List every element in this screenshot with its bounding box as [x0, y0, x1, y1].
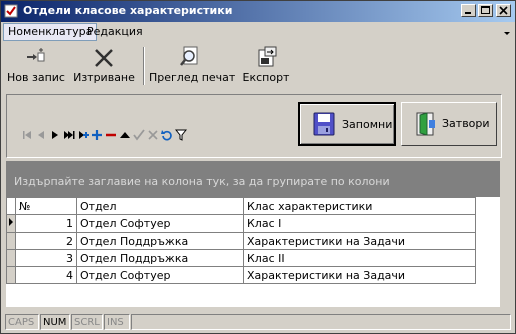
cell-department[interactable]: Отдел Поддръжка — [76, 249, 244, 267]
door-exit-icon — [416, 112, 435, 136]
close-label: Затвори — [442, 117, 490, 130]
cell-number[interactable]: 1 — [15, 214, 77, 233]
floppy-disk-icon — [313, 112, 335, 136]
status-ins: INS — [104, 314, 130, 330]
post-edit-icon[interactable] — [133, 129, 145, 141]
menu-edit[interactable]: Редакция — [83, 24, 147, 40]
cell-class[interactable]: Клас II — [243, 249, 476, 267]
status-num: NUM — [40, 314, 70, 330]
status-bar: CAPS NUM SCRL INS — [1, 313, 515, 333]
record-navigator — [19, 127, 187, 145]
status-scrl: SCRL — [71, 314, 103, 330]
print-preview-button[interactable]: Преглед печат — [149, 43, 236, 89]
window-title: Отдели класове характеристики — [23, 4, 233, 17]
close-button[interactable]: Затвори — [401, 102, 497, 146]
row-indicator — [6, 266, 16, 284]
table-row[interactable]: 2 Отдел Поддръжка Характеристики на Зада… — [6, 232, 476, 250]
minimize-icon — [465, 12, 471, 14]
row-indicator — [6, 232, 16, 250]
chevron-down-icon[interactable] — [503, 29, 511, 37]
menu-bar: Номенклатура Редакция — [1, 23, 515, 42]
export-icon — [258, 46, 277, 67]
title-bar[interactable]: Отдели класове характеристики — [1, 1, 515, 22]
group-by-panel[interactable]: Издърпайте заглавие на колона тук, за да… — [6, 161, 500, 201]
prior-record-icon[interactable] — [35, 129, 47, 141]
new-record-icon — [27, 48, 45, 62]
maximize-button[interactable] — [478, 4, 493, 17]
cell-class[interactable]: Характеристики на Задачи — [243, 232, 476, 250]
cell-number[interactable]: 4 — [15, 266, 77, 284]
delete-label: Изтриване — [73, 71, 135, 84]
cell-department[interactable]: Отдел Поддръжка — [76, 232, 244, 250]
cell-class[interactable]: Характеристики на Задачи — [243, 266, 476, 284]
cell-number[interactable]: 3 — [15, 249, 77, 267]
close-icon — [499, 6, 508, 15]
data-grid: № Отдел Клас характеристики 1 Отдел Софт… — [6, 197, 500, 307]
status-caps: CAPS — [5, 314, 39, 330]
print-preview-label: Преглед печат — [149, 71, 236, 84]
delete-button[interactable]: Изтриване — [73, 43, 135, 89]
print-preview-icon — [180, 46, 198, 66]
cell-number[interactable]: 2 — [15, 232, 77, 250]
edit-record-icon[interactable] — [119, 129, 131, 141]
export-button[interactable]: Експорт — [239, 43, 293, 89]
cell-department[interactable]: Отдел Софтуер — [76, 214, 244, 233]
refresh-icon[interactable] — [161, 129, 173, 141]
toolbar-separator — [143, 47, 145, 85]
close-window-button[interactable] — [496, 4, 511, 17]
new-record-label: Нов запис — [7, 71, 65, 84]
delete-icon — [95, 49, 113, 67]
table-row[interactable]: 4 Отдел Софтуер Характеристики на Задачи — [6, 266, 476, 284]
delete-record-icon[interactable] — [105, 129, 117, 141]
last-record-icon[interactable] — [63, 129, 75, 141]
first-record-icon[interactable] — [21, 129, 33, 141]
export-label: Експорт — [242, 71, 290, 84]
table-row[interactable]: 1 Отдел Софтуер Клас I — [6, 214, 476, 233]
column-header-department[interactable]: Отдел — [76, 197, 244, 215]
header-indicator — [6, 197, 16, 215]
toolbar: Нов запис Изтриване Преглед печат Експор… — [1, 43, 515, 91]
column-header-number[interactable]: № — [15, 197, 77, 215]
insert-record-icon[interactable] — [91, 129, 103, 141]
minimize-button[interactable] — [461, 4, 476, 17]
next-record-icon[interactable] — [49, 129, 61, 141]
current-row-icon — [9, 218, 13, 226]
column-header-class[interactable]: Клас характеристики — [243, 197, 476, 215]
filter-icon[interactable] — [175, 129, 187, 141]
main-window: Отдели класове характеристики Номенклату… — [0, 0, 516, 334]
append-record-icon[interactable] — [77, 129, 89, 141]
cancel-edit-icon[interactable] — [147, 129, 159, 141]
current-row-indicator — [6, 214, 16, 233]
cell-class[interactable]: Клас I — [243, 214, 476, 233]
group-by-hint: Издърпайте заглавие на колона тук, за да… — [14, 175, 390, 188]
save-label: Запомни — [342, 118, 393, 131]
save-button[interactable]: Запомни — [298, 102, 396, 146]
status-message — [131, 314, 511, 330]
cell-department[interactable]: Отдел Софтуер — [76, 266, 244, 284]
grid-header-row: № Отдел Клас характеристики — [6, 197, 476, 215]
row-indicator — [6, 249, 16, 267]
action-panel: Запомни Затвори — [6, 94, 502, 158]
app-icon — [4, 4, 18, 18]
table-row[interactable]: 3 Отдел Поддръжка Клас II — [6, 249, 476, 267]
new-record-button[interactable]: Нов запис — [7, 43, 65, 89]
maximize-icon — [481, 6, 490, 14]
